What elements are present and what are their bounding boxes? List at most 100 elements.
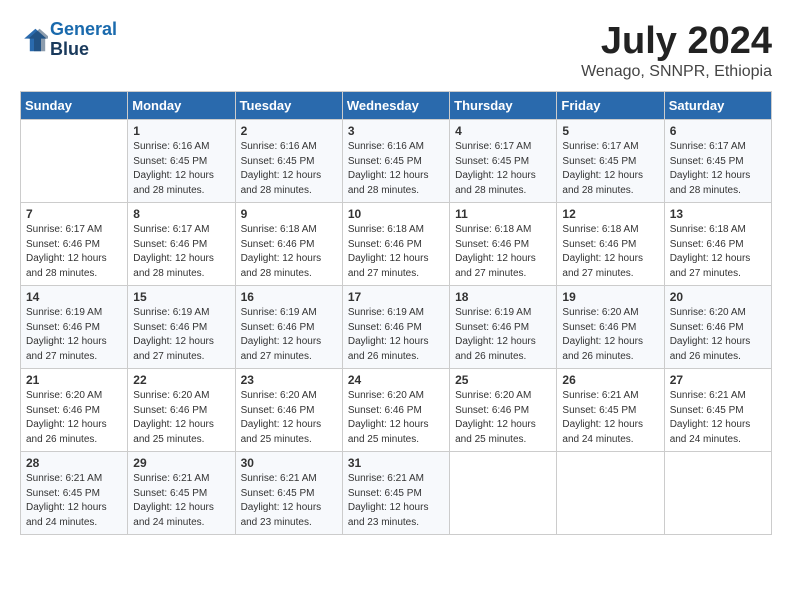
- day-info: Sunrise: 6:16 AMSunset: 6:45 PMDaylight:…: [241, 140, 337, 198]
- day-info: Sunrise: 6:19 AMSunset: 6:46 PMDaylight:…: [455, 306, 551, 364]
- day-number: 16: [241, 290, 337, 304]
- calendar-cell: 5 Sunrise: 6:17 AMSunset: 6:45 PMDaylight…: [557, 120, 664, 203]
- day-number: 6: [670, 124, 766, 138]
- calendar-cell: 20 Sunrise: 6:20 AMSunset: 6:46 PMDayligh…: [664, 286, 771, 369]
- calendar-cell: 3Sunrise: 6:16 AMSunset: 6:45 PMDaylight…: [342, 120, 449, 203]
- day-info: Sunrise: 6:17 AMSunset: 6:45 PMDaylight:…: [455, 140, 551, 198]
- calendar-cell: 28Sunrise: 6:21 AMSunset: 6:45 PMDayligh…: [21, 452, 128, 535]
- day-number: 26: [562, 373, 658, 387]
- day-info: Sunrise: 6:17 AMSunset: 6:46 PMDaylight:…: [26, 223, 122, 281]
- calendar-cell: 18 Sunrise: 6:19 AMSunset: 6:46 PMDayligh…: [450, 286, 557, 369]
- calendar-table: SundayMondayTuesdayWednesdayThursdayFrid…: [20, 91, 772, 535]
- calendar-cell: 15Sunrise: 6:19 AMSunset: 6:46 PMDayligh…: [128, 286, 235, 369]
- calendar-cell: 13 Sunrise: 6:18 AMSunset: 6:46 PMDayligh…: [664, 203, 771, 286]
- location: Wenago, SNNPR, Ethiopia: [581, 63, 772, 81]
- logo: GeneralBlue: [20, 20, 117, 60]
- calendar-cell: 31 Sunrise: 6:21 AMSunset: 6:45 PMDayligh…: [342, 452, 449, 535]
- day-info: Sunrise: 6:18 AMSunset: 6:46 PMDaylight:…: [455, 223, 551, 281]
- day-number: 29: [133, 456, 229, 470]
- day-info: Sunrise: 6:21 AMSunset: 6:45 PMDaylight:…: [133, 472, 229, 530]
- calendar-cell: 27Sunrise: 6:21 AMSunset: 6:45 PMDayligh…: [664, 369, 771, 452]
- day-header-friday: Friday: [557, 92, 664, 120]
- day-number: 30: [241, 456, 337, 470]
- day-number: 23: [241, 373, 337, 387]
- day-info: Sunrise: 6:19 AMSunset: 6:46 PMDaylight:…: [241, 306, 337, 364]
- day-header-monday: Monday: [128, 92, 235, 120]
- day-info: Sunrise: 6:20 AMSunset: 6:46 PMDaylight:…: [241, 389, 337, 447]
- calendar-cell: 24Sunrise: 6:20 AMSunset: 6:46 PMDayligh…: [342, 369, 449, 452]
- calendar-cell: 23 Sunrise: 6:20 AMSunset: 6:46 PMDayligh…: [235, 369, 342, 452]
- day-info: Sunrise: 6:20 AMSunset: 6:46 PMDaylight:…: [562, 306, 658, 364]
- calendar-cell: 30Sunrise: 6:21 AMSunset: 6:45 PMDayligh…: [235, 452, 342, 535]
- day-info: Sunrise: 6:20 AMSunset: 6:46 PMDaylight:…: [133, 389, 229, 447]
- day-info: Sunrise: 6:20 AMSunset: 6:46 PMDaylight:…: [670, 306, 766, 364]
- calendar-cell: 6 Sunrise: 6:17 AMSunset: 6:45 PMDaylight…: [664, 120, 771, 203]
- calendar-cell: 22 Sunrise: 6:20 AMSunset: 6:46 PMDayligh…: [128, 369, 235, 452]
- page-header: GeneralBlue July 2024 Wenago, SNNPR, Eth…: [20, 20, 772, 81]
- day-info: Sunrise: 6:20 AMSunset: 6:46 PMDaylight:…: [26, 389, 122, 447]
- day-info: Sunrise: 6:17 AMSunset: 6:45 PMDaylight:…: [562, 140, 658, 198]
- day-number: 17: [348, 290, 444, 304]
- calendar-cell: 10Sunrise: 6:18 AMSunset: 6:46 PMDayligh…: [342, 203, 449, 286]
- calendar-cell: [450, 452, 557, 535]
- day-number: 13: [670, 207, 766, 221]
- calendar-cell: 9 Sunrise: 6:18 AMSunset: 6:46 PMDaylight…: [235, 203, 342, 286]
- day-number: 25: [455, 373, 551, 387]
- calendar-cell: 11 Sunrise: 6:18 AMSunset: 6:46 PMDayligh…: [450, 203, 557, 286]
- day-number: 20: [670, 290, 766, 304]
- day-number: 11: [455, 207, 551, 221]
- calendar-week-row: 14 Sunrise: 6:19 AMSunset: 6:46 PMDayligh…: [21, 286, 772, 369]
- calendar-cell: 26 Sunrise: 6:21 AMSunset: 6:45 PMDayligh…: [557, 369, 664, 452]
- day-info: Sunrise: 6:21 AMSunset: 6:45 PMDaylight:…: [562, 389, 658, 447]
- calendar-cell: 2Sunrise: 6:16 AMSunset: 6:45 PMDaylight…: [235, 120, 342, 203]
- title-area: July 2024 Wenago, SNNPR, Ethiopia: [581, 20, 772, 81]
- calendar-week-row: 1 Sunrise: 6:16 AMSunset: 6:45 PMDaylight…: [21, 120, 772, 203]
- day-info: Sunrise: 6:20 AMSunset: 6:46 PMDaylight:…: [455, 389, 551, 447]
- calendar-cell: 7 Sunrise: 6:17 AMSunset: 6:46 PMDaylight…: [21, 203, 128, 286]
- day-number: 9: [241, 207, 337, 221]
- day-number: 3: [348, 124, 444, 138]
- day-info: Sunrise: 6:21 AMSunset: 6:45 PMDaylight:…: [348, 472, 444, 530]
- day-info: Sunrise: 6:17 AMSunset: 6:45 PMDaylight:…: [670, 140, 766, 198]
- day-number: 10: [348, 207, 444, 221]
- day-number: 8: [133, 207, 229, 221]
- calendar-week-row: 7 Sunrise: 6:17 AMSunset: 6:46 PMDaylight…: [21, 203, 772, 286]
- day-header-wednesday: Wednesday: [342, 92, 449, 120]
- day-header-sunday: Sunday: [21, 92, 128, 120]
- day-number: 1: [133, 124, 229, 138]
- logo-icon: [20, 26, 48, 54]
- day-number: 19: [562, 290, 658, 304]
- calendar-cell: 8 Sunrise: 6:17 AMSunset: 6:46 PMDaylight…: [128, 203, 235, 286]
- day-info: Sunrise: 6:18 AMSunset: 6:46 PMDaylight:…: [241, 223, 337, 281]
- calendar-week-row: 21 Sunrise: 6:20 AMSunset: 6:46 PMDayligh…: [21, 369, 772, 452]
- calendar-cell: 17 Sunrise: 6:19 AMSunset: 6:46 PMDayligh…: [342, 286, 449, 369]
- day-number: 28: [26, 456, 122, 470]
- calendar-cell: [21, 120, 128, 203]
- day-info: Sunrise: 6:16 AMSunset: 6:45 PMDaylight:…: [133, 140, 229, 198]
- day-number: 22: [133, 373, 229, 387]
- day-info: Sunrise: 6:19 AMSunset: 6:46 PMDaylight:…: [26, 306, 122, 364]
- day-info: Sunrise: 6:19 AMSunset: 6:46 PMDaylight:…: [133, 306, 229, 364]
- day-info: Sunrise: 6:19 AMSunset: 6:46 PMDaylight:…: [348, 306, 444, 364]
- day-info: Sunrise: 6:21 AMSunset: 6:45 PMDaylight:…: [670, 389, 766, 447]
- day-info: Sunrise: 6:18 AMSunset: 6:46 PMDaylight:…: [670, 223, 766, 281]
- calendar-cell: 14 Sunrise: 6:19 AMSunset: 6:46 PMDayligh…: [21, 286, 128, 369]
- day-header-tuesday: Tuesday: [235, 92, 342, 120]
- day-number: 21: [26, 373, 122, 387]
- day-info: Sunrise: 6:17 AMSunset: 6:46 PMDaylight:…: [133, 223, 229, 281]
- day-header-thursday: Thursday: [450, 92, 557, 120]
- day-number: 4: [455, 124, 551, 138]
- day-number: 18: [455, 290, 551, 304]
- day-number: 5: [562, 124, 658, 138]
- day-number: 12: [562, 207, 658, 221]
- calendar-cell: 21 Sunrise: 6:20 AMSunset: 6:46 PMDayligh…: [21, 369, 128, 452]
- calendar-cell: 12Sunrise: 6:18 AMSunset: 6:46 PMDayligh…: [557, 203, 664, 286]
- day-number: 7: [26, 207, 122, 221]
- calendar-cell: 4 Sunrise: 6:17 AMSunset: 6:45 PMDaylight…: [450, 120, 557, 203]
- logo-text: GeneralBlue: [50, 20, 117, 60]
- calendar-cell: [557, 452, 664, 535]
- day-number: 31: [348, 456, 444, 470]
- day-number: 14: [26, 290, 122, 304]
- calendar-cell: 1 Sunrise: 6:16 AMSunset: 6:45 PMDaylight…: [128, 120, 235, 203]
- calendar-body: 1 Sunrise: 6:16 AMSunset: 6:45 PMDaylight…: [21, 120, 772, 535]
